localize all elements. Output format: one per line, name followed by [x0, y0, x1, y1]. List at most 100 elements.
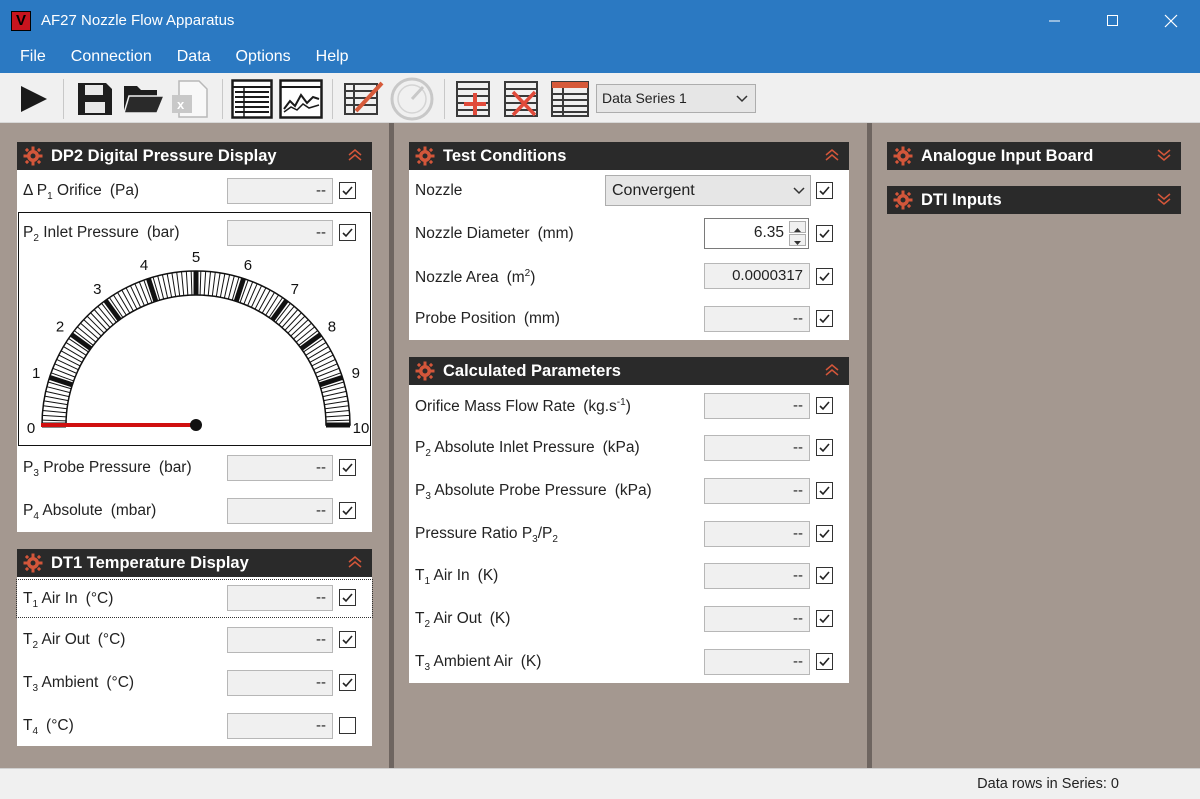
- dp2-panel-header[interactable]: DP2 Digital Pressure Display: [17, 142, 372, 170]
- gear-icon[interactable]: [893, 190, 913, 210]
- t2-air-out-value: --: [227, 627, 333, 653]
- menu-data[interactable]: Data: [164, 41, 223, 73]
- minimize-button[interactable]: [1026, 0, 1084, 41]
- menu-options[interactable]: Options: [223, 41, 303, 73]
- calculated-parameters-header[interactable]: Calculated Parameters: [409, 357, 849, 385]
- checkmark-icon: [819, 571, 830, 581]
- analogue-input-header[interactable]: Analogue Input Board: [887, 142, 1181, 170]
- open-button[interactable]: [122, 77, 166, 121]
- pressure-gauge: 0 1 2 3 4 5 6 7 8 9 10: [27, 251, 369, 437]
- dp2-panel: DP2 Digital Pressure Display Δ P1 Orific…: [17, 142, 372, 532]
- chart-view-button[interactable]: [278, 77, 324, 121]
- absolute-pressure-checkbox[interactable]: [339, 502, 356, 519]
- p3-absolute-checkbox[interactable]: [816, 482, 833, 499]
- p3-absolute-value: --: [704, 478, 810, 504]
- gear-icon[interactable]: [415, 361, 435, 381]
- expand-chevron-icon[interactable]: [1155, 190, 1173, 213]
- p2-absolute-checkbox[interactable]: [816, 439, 833, 456]
- svg-text:x: x: [177, 97, 185, 112]
- calc-t1-checkbox[interactable]: [816, 567, 833, 584]
- checkmark-icon: [819, 314, 830, 324]
- stepper-up-button[interactable]: [789, 221, 806, 233]
- title-bar: V AF27 Nozzle Flow Apparatus: [0, 0, 1200, 41]
- pressure-ratio-checkbox[interactable]: [816, 525, 833, 542]
- save-button[interactable]: [74, 77, 116, 121]
- series-table-button[interactable]: [548, 77, 592, 121]
- run-button[interactable]: [14, 77, 52, 121]
- export-excel-icon: x: [172, 80, 208, 118]
- data-series-select[interactable]: Data Series 1: [596, 84, 756, 113]
- area-checkbox[interactable]: [816, 268, 833, 285]
- calc-t2-checkbox[interactable]: [816, 610, 833, 627]
- test-conditions-header[interactable]: Test Conditions: [409, 142, 849, 170]
- delete-series-button[interactable]: [500, 77, 544, 121]
- area-row: Nozzle Area (m2) 0.0000317: [409, 260, 849, 294]
- add-series-button[interactable]: [452, 77, 496, 121]
- p2-absolute-value: --: [704, 435, 810, 461]
- column-divider-right[interactable]: [867, 123, 872, 768]
- calc-row-p2-abs: P2 Absolute Inlet Pressure (kPa) --: [409, 431, 849, 465]
- column-divider-left[interactable]: [389, 123, 394, 768]
- collapse-chevron-icon[interactable]: [823, 146, 841, 169]
- probe-position-checkbox[interactable]: [816, 310, 833, 327]
- t2-air-out-checkbox[interactable]: [339, 631, 356, 648]
- data-series-value: Data Series 1: [602, 90, 687, 106]
- maximize-button[interactable]: [1084, 0, 1142, 41]
- probe-pressure-checkbox[interactable]: [339, 459, 356, 476]
- diameter-value[interactable]: 6.35: [754, 224, 784, 242]
- edit-series-button[interactable]: [342, 77, 386, 121]
- probe-pressure-value: --: [227, 455, 333, 481]
- export-button[interactable]: x: [170, 77, 210, 121]
- gear-icon[interactable]: [893, 146, 913, 166]
- t4-value: --: [227, 713, 333, 739]
- probe-position-row: Probe Position (mm) --: [409, 302, 849, 336]
- nozzle-checkbox[interactable]: [816, 182, 833, 199]
- probe-position-label: Probe Position: [415, 310, 516, 327]
- nozzle-row: Nozzle Convergent: [409, 174, 849, 208]
- t1-air-in-checkbox[interactable]: [339, 589, 356, 606]
- calc-t3-value: --: [704, 649, 810, 675]
- area-label: Nozzle Area: [415, 269, 499, 287]
- stepper-down-button[interactable]: [789, 234, 806, 246]
- checkmark-icon: [342, 506, 353, 516]
- dt1-row-t1[interactable]: T1 Air In (°C) --: [16, 579, 373, 618]
- mass-flow-checkbox[interactable]: [816, 397, 833, 414]
- gauge-settings-button[interactable]: [388, 77, 436, 121]
- diameter-row: Nozzle Diameter (mm) 6.35: [409, 217, 849, 251]
- expand-chevron-icon[interactable]: [1155, 146, 1173, 169]
- nozzle-select[interactable]: Convergent: [605, 175, 811, 206]
- calc-t3-checkbox[interactable]: [816, 653, 833, 670]
- chevron-down-icon: [792, 176, 806, 215]
- gear-icon[interactable]: [23, 146, 43, 166]
- gauge-tick-label: 4: [140, 257, 148, 274]
- checkmark-icon: [819, 401, 830, 411]
- t4-checkbox[interactable]: [339, 717, 356, 734]
- collapse-chevron-icon[interactable]: [346, 553, 364, 576]
- menu-help[interactable]: Help: [303, 41, 361, 73]
- menu-file[interactable]: File: [0, 41, 58, 73]
- gear-icon[interactable]: [415, 146, 435, 166]
- menu-connection[interactable]: Connection: [58, 41, 164, 73]
- gear-icon[interactable]: [23, 553, 43, 573]
- dti-inputs-header[interactable]: DTI Inputs: [887, 186, 1181, 214]
- calc-t2-value: --: [704, 606, 810, 632]
- dp2-row-inlet: P2 Inlet Pressure (bar) --: [19, 216, 370, 250]
- inlet-pressure-checkbox[interactable]: [339, 224, 356, 241]
- dt1-panel-header[interactable]: DT1 Temperature Display: [17, 549, 372, 577]
- collapse-chevron-icon[interactable]: [346, 146, 364, 169]
- gauge-tick-label: 5: [192, 251, 200, 266]
- checkmark-icon: [342, 678, 353, 688]
- minimize-icon: [1049, 20, 1060, 21]
- orifice-checkbox[interactable]: [339, 182, 356, 199]
- diameter-stepper[interactable]: 6.35: [704, 218, 809, 249]
- t3-ambient-checkbox[interactable]: [339, 674, 356, 691]
- gauge-tick-label: 9: [352, 365, 360, 382]
- checkmark-icon: [342, 463, 353, 473]
- dp2-row-orifice: Δ P1 Orifice (Pa) --: [17, 174, 372, 208]
- gauge-settings-icon: [390, 77, 434, 121]
- close-button[interactable]: [1142, 0, 1200, 41]
- diameter-checkbox[interactable]: [816, 225, 833, 242]
- table-view-button[interactable]: [230, 77, 274, 121]
- collapse-chevron-icon[interactable]: [823, 361, 841, 384]
- calc-row-pressure-ratio: Pressure Ratio P3/P2 --: [409, 517, 849, 551]
